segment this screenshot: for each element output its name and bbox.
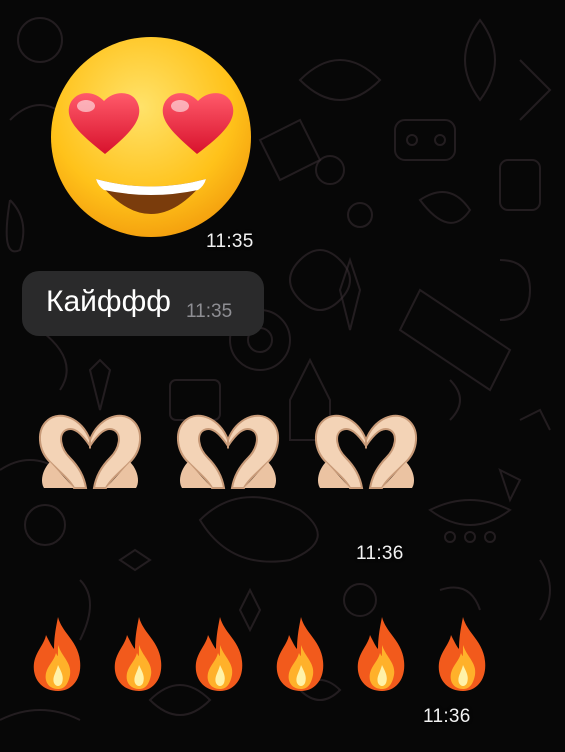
message-bubble[interactable]: Кайффф 11:35 <box>22 271 264 336</box>
message-time: 11:35 <box>186 301 233 322</box>
fire-icon <box>357 617 405 691</box>
message-time: 11:36 <box>356 543 404 564</box>
heart-eyes-emoji-icon[interactable] <box>48 34 254 240</box>
fire-icon <box>438 617 486 691</box>
message-time: 11:35 <box>206 231 254 252</box>
fire-icon <box>276 617 324 691</box>
heart-hands-icon <box>39 414 141 489</box>
heart-hands-message[interactable] <box>30 400 430 490</box>
heart-hands-icon <box>177 414 279 489</box>
heart-hands-icon <box>315 414 417 489</box>
fire-icon <box>195 617 243 691</box>
fire-icon <box>33 617 81 691</box>
message-text: Кайффф <box>46 285 171 318</box>
fire-icon <box>114 617 162 691</box>
chat-view[interactable]: 11:35 Кайффф 11:35 11:36 11:36 <box>0 0 565 752</box>
message-time: 11:36 <box>423 706 471 727</box>
fire-message[interactable] <box>28 615 498 695</box>
